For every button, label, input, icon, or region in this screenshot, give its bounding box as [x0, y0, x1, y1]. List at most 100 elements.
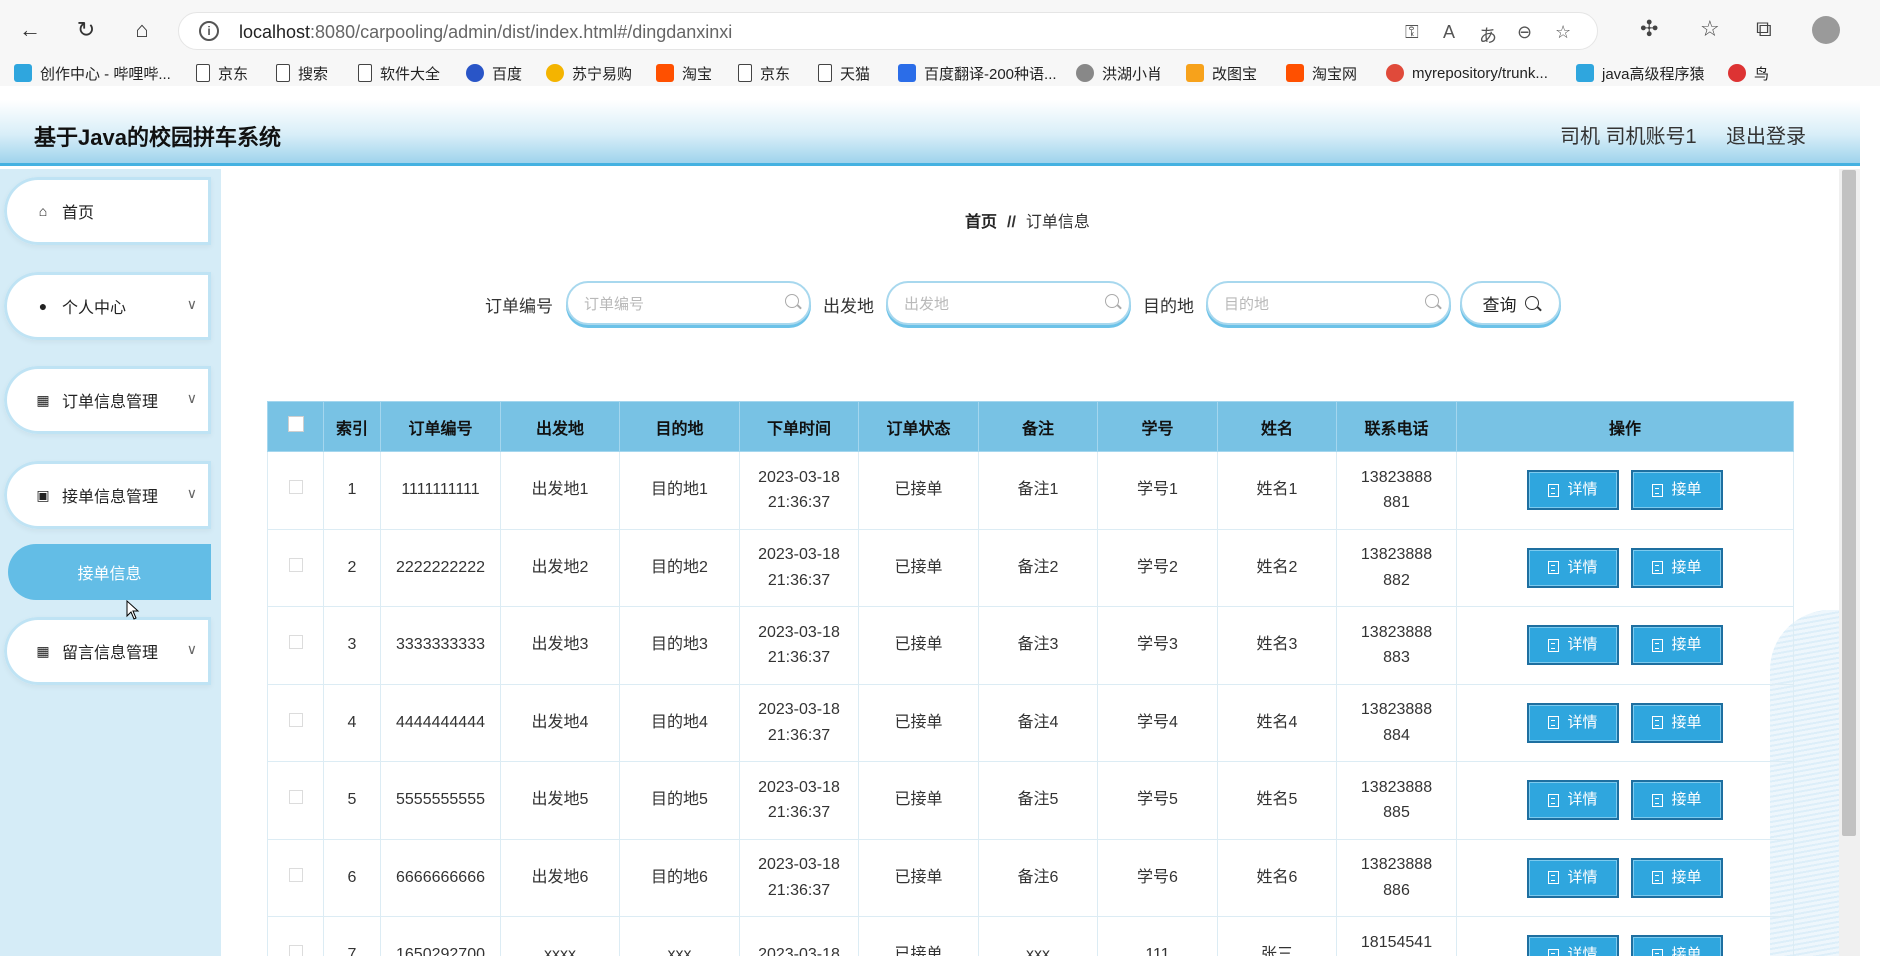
gaitubao-icon [1186, 64, 1204, 82]
url-text[interactable]: localhost:8080/carpooling/admin/dist/ind… [239, 22, 732, 43]
table-cell: xxx [619, 916, 740, 956]
sidebar-item-home[interactable]: ⌂ 首页 [4, 177, 211, 245]
accept-button[interactable]: 接单 [1631, 470, 1723, 511]
table-cell: 13823888883 [1336, 606, 1457, 685]
zoom-icon[interactable]: ⊖ [1517, 22, 1532, 43]
row-checkbox[interactable] [288, 867, 303, 882]
table-cell: 已接单 [858, 451, 979, 530]
bookmark-item[interactable]: 京东 [196, 62, 248, 84]
table-cell: 2222222222 [380, 528, 501, 607]
logout-link[interactable]: 退出登录 [1726, 120, 1806, 149]
accept-button[interactable]: 接单 [1631, 780, 1723, 821]
origin-field[interactable] [886, 281, 1131, 325]
document-icon [1652, 561, 1664, 575]
table-cell: 2023-03-18 21:36:37 [739, 761, 859, 840]
bookmark-item[interactable]: 鸟 [1728, 62, 1769, 84]
table-cell: 4 [323, 683, 381, 762]
bookmark-label: myrepository/trunk... [1412, 64, 1548, 82]
origin-input[interactable] [904, 293, 1094, 315]
accept-button[interactable]: 接单 [1631, 702, 1723, 743]
detail-button[interactable]: 详情 [1527, 857, 1619, 898]
browser-toolbar: ← ↻ ⌂ i localhost:8080/carpooling/admin/… [0, 0, 1880, 62]
sidebar-item-message-management[interactable]: ▦ 留言信息管理 ∨ [4, 617, 211, 685]
taobao-icon [1286, 64, 1304, 82]
home-icon[interactable]: ⌂ [126, 14, 158, 46]
favorites-icon[interactable]: ☆ [1700, 16, 1720, 42]
accept-button[interactable]: 接单 [1631, 547, 1723, 588]
table-cell: 13823888886 [1336, 838, 1457, 917]
detail-button[interactable]: 详情 [1527, 780, 1619, 821]
row-checkbox[interactable] [288, 635, 303, 650]
row-checkbox[interactable] [288, 480, 303, 495]
bookmark-item[interactable]: 淘宝网 [1286, 62, 1357, 84]
detail-button[interactable]: 详情 [1527, 625, 1619, 666]
bookmark-item[interactable]: 京东 [738, 62, 790, 84]
table-cell: 目的地6 [619, 838, 740, 917]
actions-cell: 详情 接单 [1456, 683, 1794, 762]
order-no-field[interactable] [566, 281, 811, 325]
extensions-icon[interactable]: ✣ [1640, 16, 1658, 42]
row-checkbox[interactable] [288, 790, 303, 805]
detail-button[interactable]: 详情 [1527, 470, 1619, 511]
destination-input[interactable] [1224, 293, 1414, 315]
row-checkbox[interactable] [288, 945, 303, 956]
table-cell: 2023-03-18 21:36:37 [739, 838, 859, 917]
sidebar-subitem-accept-info[interactable]: 接单信息 [8, 544, 211, 600]
site-info-icon[interactable]: i [199, 21, 219, 41]
row-checkbox[interactable] [288, 712, 303, 727]
address-bar[interactable]: i localhost:8080/carpooling/admin/dist/i… [178, 12, 1598, 50]
sidebar-item-accept-management[interactable]: ▣ 接单信息管理 ∨ [4, 461, 211, 529]
home-icon: ⌂ [38, 203, 48, 219]
table-cell: 6 [323, 838, 381, 917]
detail-button[interactable]: 详情 [1527, 702, 1619, 743]
document-icon [1548, 638, 1560, 652]
bookmark-item[interactable]: 软件大全 [358, 62, 440, 84]
collections-icon[interactable]: ⧉ [1756, 16, 1772, 42]
document-icon [1652, 716, 1664, 730]
column-header: 索引 [323, 401, 381, 452]
select-all-checkbox[interactable] [287, 416, 304, 432]
translate-icon[interactable]: あ [1479, 22, 1497, 48]
query-button[interactable]: 查询 [1460, 281, 1561, 325]
breadcrumb-home[interactable]: 首页 [965, 214, 997, 231]
detail-button-label: 详情 [1567, 868, 1598, 886]
bookmark-item[interactable]: 苏宁易购 [546, 62, 632, 84]
favorite-add-icon[interactable]: ☆ [1555, 22, 1571, 43]
actions-cell: 详情 接单 [1456, 916, 1794, 956]
accept-button[interactable]: 接单 [1631, 857, 1723, 898]
bookmark-item[interactable]: myrepository/trunk... [1386, 62, 1548, 84]
bookmark-label: 京东 [218, 65, 249, 83]
order-no-input[interactable] [584, 293, 774, 315]
table-cell: 出发地1 [500, 451, 620, 530]
back-icon[interactable]: ← [14, 14, 46, 46]
bookmark-item[interactable]: java高级程序猿 [1576, 62, 1705, 84]
bookmark-item[interactable]: 天猫 [818, 62, 870, 84]
detail-button[interactable]: 详情 [1527, 935, 1619, 956]
bilibili-icon [1576, 64, 1594, 82]
row-select-cell [267, 606, 324, 685]
table-cell: 已接单 [858, 683, 979, 762]
bookmark-item[interactable]: 搜索 [276, 62, 328, 84]
detail-button[interactable]: 详情 [1527, 547, 1619, 588]
key-icon[interactable]: ⚿ [1405, 22, 1419, 43]
sidebar-item-order-management[interactable]: ▦ 订单信息管理 ∨ [4, 366, 211, 434]
profile-avatar[interactable] [1812, 16, 1840, 44]
bookmark-item[interactable]: 百度 [466, 62, 522, 84]
bookmark-item[interactable]: 创作中心 - 哔哩哔... [14, 62, 171, 84]
read-aloud-icon[interactable]: A [1443, 22, 1455, 43]
accept-button[interactable]: 接单 [1631, 625, 1723, 666]
bookmark-item[interactable]: 淘宝 [656, 62, 712, 84]
destination-field[interactable] [1206, 281, 1451, 325]
document-icon [1652, 483, 1664, 497]
accept-button[interactable]: 接单 [1631, 935, 1723, 956]
accept-button-label: 接单 [1671, 481, 1702, 499]
row-checkbox[interactable] [288, 557, 303, 572]
reload-icon[interactable]: ↻ [70, 14, 102, 46]
bookmark-item[interactable]: 改图宝 [1186, 62, 1257, 84]
bookmark-item[interactable]: 百度翻译-200种语... [898, 62, 1057, 84]
sidebar-item-label: 接单信息管理 [62, 489, 159, 506]
bookmark-item[interactable]: 洪湖小肖 [1076, 62, 1162, 84]
table-row: 3 3333333333 出发地3 目的地3 2023-03-18 21:36:37 已接… [267, 606, 1794, 685]
scrollbar-thumb[interactable] [1842, 170, 1856, 836]
sidebar-item-personal-center[interactable]: ● 个人中心 ∨ [4, 272, 211, 340]
